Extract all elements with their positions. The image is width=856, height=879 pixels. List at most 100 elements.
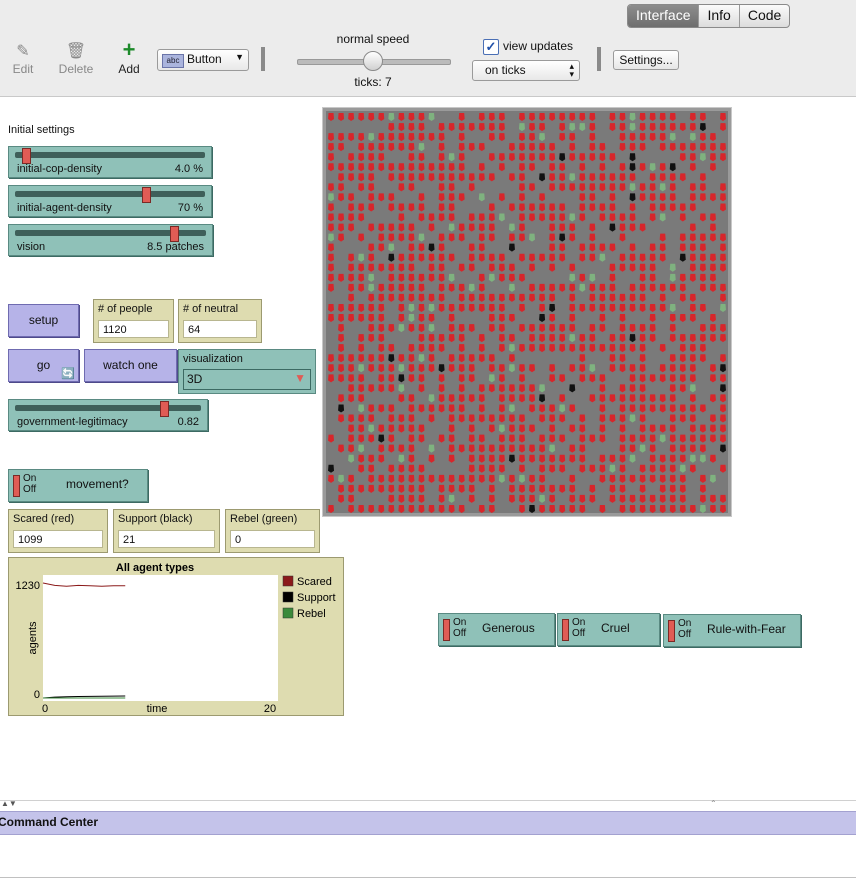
switch-on-label: On [678, 618, 692, 629]
movement-switch[interactable]: On Off movement? [8, 469, 148, 502]
slider-track [15, 191, 205, 197]
toolbar-divider [261, 47, 265, 71]
chevron-down-icon: ▼ [235, 52, 244, 62]
rule-with-fear-switch[interactable]: On Off Rule-with-Fear [663, 614, 801, 647]
monitor-label: # of neutral [183, 303, 239, 315]
cruel-switch[interactable]: On Off Cruel [557, 613, 660, 646]
visualization-chooser[interactable]: visualization 3D ▼ [178, 349, 316, 394]
monitor-value: 1099 [13, 530, 103, 548]
delete-button[interactable]: 🗑 Delete [56, 42, 96, 76]
plot-title: All agent types [116, 562, 194, 574]
stepper-icon: ▴ ▾ [569, 61, 574, 79]
splitter-handle-icon[interactable]: ⌃ [710, 799, 717, 808]
slider-track [15, 405, 201, 411]
monitor-label: Scared (red) [13, 513, 75, 525]
widget-type-select[interactable]: abc Button ▼ [157, 49, 249, 71]
legend-swatch-support [282, 591, 294, 603]
legend-scared: Scared [297, 576, 332, 588]
add-label: Add [118, 62, 140, 76]
switch-off-label: Off [678, 629, 692, 640]
chooser-dropdown[interactable]: 3D ▼ [183, 369, 311, 390]
slider-knob[interactable] [22, 148, 32, 164]
y-tick-min: 0 [34, 689, 40, 701]
legend-swatch-scared [282, 575, 294, 587]
support-monitor: Support (black) 21 [113, 509, 220, 553]
monitor-label: Support (black) [118, 513, 193, 525]
initial-settings-note: Initial settings [8, 124, 75, 136]
switch-toggle[interactable]: On Off [561, 617, 585, 641]
edit-button[interactable]: ✎ Edit [8, 42, 38, 76]
button-widget-icon: abc [162, 54, 184, 68]
plot-area [43, 575, 278, 701]
update-mode-value: on ticks [485, 63, 526, 77]
tab-bar: Interface Info Code [627, 4, 791, 28]
switch-off-label: Off [23, 484, 37, 495]
add-button[interactable]: + Add [114, 39, 144, 77]
x-tick-max: 20 [264, 703, 276, 715]
monitor-value: 21 [118, 530, 215, 548]
switch-off-label: Off [572, 628, 586, 639]
go-label: go [36, 358, 51, 372]
tab-code[interactable]: Code [738, 5, 789, 27]
initial-cop-density-slider[interactable]: initial-cop-density 4.0 % [8, 146, 212, 178]
go-button[interactable]: go 🔄 [8, 349, 79, 382]
y-axis-label: agents [27, 621, 39, 655]
rebel-monitor: Rebel (green) 0 [225, 509, 320, 553]
tab-interface[interactable]: Interface [628, 5, 699, 27]
update-mode-select[interactable]: on ticks ▴ ▾ [472, 60, 580, 81]
monitor-value: 64 [183, 320, 257, 338]
slider-value: 4.0 % [174, 163, 203, 175]
command-input-border [0, 877, 856, 878]
legend-support: Support [297, 592, 336, 604]
setup-button[interactable]: setup [8, 304, 79, 337]
watch-one-button[interactable]: watch one [84, 349, 177, 382]
switch-lever [443, 619, 450, 641]
legend-rebel: Rebel [297, 608, 326, 620]
plot-legend: Scared Support Rebel [282, 575, 336, 620]
slider-name: government-legitimacy [17, 416, 128, 428]
splitter-arrows-icon[interactable]: ▲▼ [1, 799, 17, 808]
edit-label: Edit [12, 62, 34, 76]
chooser-label: visualization [183, 353, 243, 365]
switch-label: Cruel [601, 621, 630, 635]
view-updates-checkbox[interactable]: ✓ [483, 39, 499, 55]
view-updates-label: view updates [503, 39, 574, 53]
world-view[interactable] [323, 108, 731, 516]
monitor-label: # of people [98, 303, 153, 315]
slider-track [15, 152, 205, 158]
slider-knob[interactable] [169, 226, 179, 242]
command-center-header[interactable]: Command Center [0, 811, 856, 835]
world-canvas [326, 111, 728, 513]
vision-slider[interactable]: vision 8.5 patches [8, 224, 213, 256]
slider-knob[interactable] [160, 401, 170, 417]
switch-lever [13, 475, 20, 497]
delete-label: Delete [58, 62, 94, 76]
initial-agent-density-slider[interactable]: initial-agent-density 70 % [8, 185, 212, 217]
switch-label: Rule-with-Fear [707, 622, 786, 636]
switch-off-label: Off [453, 628, 467, 639]
switch-lever [562, 619, 569, 641]
switch-toggle[interactable]: On Off [667, 618, 691, 642]
speed-slider-knob[interactable] [363, 51, 383, 71]
switch-label: movement? [66, 477, 129, 491]
y-tick-max: 1230 [16, 580, 40, 592]
ticks-counter: ticks: 7 [354, 75, 392, 89]
switch-toggle[interactable]: On Off [442, 617, 466, 641]
generous-switch[interactable]: On Off Generous [438, 613, 555, 646]
forever-loop-icon: 🔄 [61, 368, 75, 380]
trash-icon: 🗑 [65, 43, 87, 60]
command-center-title: Command Center [0, 815, 99, 829]
government-legitimacy-slider[interactable]: government-legitimacy 0.82 [8, 399, 208, 431]
settings-button[interactable]: Settings... [613, 50, 679, 70]
slider-knob[interactable] [141, 187, 151, 203]
switch-label: Generous [482, 621, 535, 635]
slider-value: 70 % [177, 202, 203, 214]
tab-info[interactable]: Info [698, 5, 738, 27]
x-tick-min: 0 [42, 703, 48, 715]
chooser-value: 3D [187, 372, 203, 386]
switch-toggle[interactable]: On Off [12, 473, 36, 497]
people-monitor: # of people 1120 [93, 299, 174, 343]
switch-on-label: On [572, 617, 586, 628]
dropdown-arrow-icon: ▼ [294, 371, 306, 385]
splitter[interactable]: ▲▼ ⌃ [0, 799, 856, 811]
